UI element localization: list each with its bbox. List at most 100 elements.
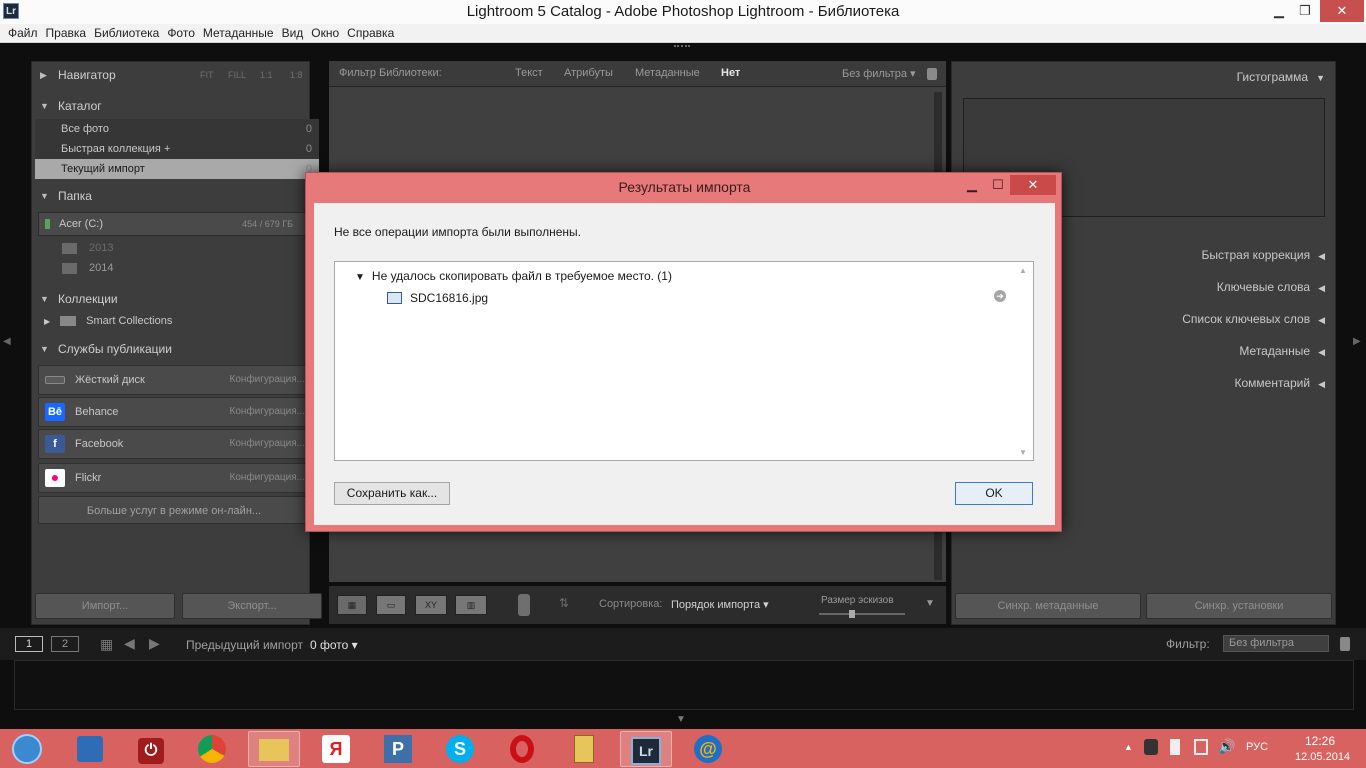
sync-metadata-button[interactable]: Синхр. метаданные (955, 593, 1141, 619)
compare-view-icon[interactable]: XY (415, 595, 447, 615)
spray-can-icon[interactable] (518, 594, 530, 616)
filter-tab-text[interactable]: Текст (515, 67, 543, 79)
filter-tab-none[interactable]: Нет (721, 67, 740, 79)
opera-icon[interactable] (496, 731, 548, 767)
filmstrip[interactable] (14, 660, 1354, 710)
filmstrip-count[interactable]: 0 фото ▾ (310, 638, 358, 652)
zoom-1-1[interactable]: 1:1 (260, 63, 273, 87)
forward-arrow-icon[interactable]: ▶ (149, 635, 160, 652)
publish-hard-drive[interactable]: Жёсткий диск Конфигурация... (38, 365, 310, 395)
main-window-button[interactable]: 1 (15, 636, 43, 652)
scroll-up-icon[interactable]: ▲ (1019, 266, 1027, 275)
keywording-header[interactable]: Ключевые слова ◀ (1217, 276, 1325, 298)
toolbar-menu-icon[interactable]: ▼ (925, 598, 935, 609)
save-as-button[interactable]: Сохранить как... (334, 482, 450, 505)
network-icon[interactable] (1194, 739, 1208, 755)
catalog-item-current-import[interactable]: Текущий импорт 0 (35, 159, 319, 179)
clock-time[interactable]: 12:26 (1295, 734, 1345, 748)
volume-icon[interactable]: 🔊 (1218, 738, 1235, 755)
catalog-item-all-photos[interactable]: Все фото 0 (35, 119, 319, 139)
error-list[interactable]: ▼ Не удалось скопировать файл в требуемое… (334, 261, 1034, 461)
catalog-item-quick-collection[interactable]: Быстрая коллекция +0 (35, 139, 319, 159)
error-file-name[interactable]: SDC16816.jpg (410, 291, 488, 305)
publish-services-header[interactable]: ▼ Службы публикации (32, 337, 309, 361)
filter-tab-metadata[interactable]: Метаданные (635, 67, 700, 79)
dialog-minimize-button[interactable]: ▁ (958, 175, 986, 195)
file-explorer-icon[interactable] (248, 731, 300, 767)
loupe-view-icon[interactable]: ▭ (376, 595, 406, 615)
right-panel-toggle-icon[interactable]: ▶ (1353, 336, 1361, 347)
left-panel-toggle-icon[interactable]: ◀ (3, 336, 11, 347)
filmstrip-source[interactable]: Предыдущий импорт (186, 638, 303, 652)
lock-icon[interactable] (927, 68, 937, 80)
back-arrow-icon[interactable]: ◀ (124, 635, 135, 652)
folder-2014[interactable]: 2014 (62, 262, 113, 274)
start-button-icon[interactable] (2, 731, 52, 767)
second-window-button[interactable]: 2 (51, 636, 79, 652)
filter-lock-icon[interactable] (1340, 637, 1350, 651)
archive-icon[interactable] (558, 731, 610, 767)
grid-icon[interactable]: ▦ (100, 636, 113, 653)
close-window-button[interactable]: ✕ (1320, 0, 1364, 22)
yandex-browser-icon[interactable]: Я (310, 731, 362, 767)
zoom-fill[interactable]: FILL (228, 63, 246, 87)
publish-facebook[interactable]: f Facebook Конфигурация... (38, 429, 310, 459)
filter-preset-dropdown[interactable]: Без фильтра ▾ (842, 67, 916, 80)
zoom-fit[interactable]: FIT (200, 63, 214, 87)
dialog-maximize-button[interactable]: ☐ (984, 175, 1012, 195)
menu-view[interactable]: Вид (282, 24, 304, 42)
zoom-1-8[interactable]: 1:8 (290, 63, 303, 87)
input-language[interactable]: РУС (1246, 741, 1268, 753)
navigator-header[interactable]: ▶ Навигатор FIT FILL 1:1 1:8 (32, 63, 309, 87)
comments-header[interactable]: Комментарий ◀ (1234, 372, 1325, 394)
sync-settings-button[interactable]: Синхр. установки (1146, 593, 1332, 619)
metadata-header[interactable]: Метаданные ◀ (1239, 340, 1325, 362)
menu-metadata[interactable]: Метаданные (203, 24, 274, 42)
top-panel-toggle-icon[interactable] (674, 45, 690, 51)
clock-date[interactable]: 12.05.2014 (1295, 751, 1350, 763)
menu-file[interactable]: Файл (8, 24, 38, 42)
mail-agent-icon[interactable]: @ (682, 731, 734, 767)
grid-view-icon[interactable]: ▦ (337, 595, 367, 615)
catalog-header[interactable]: ▼ Каталог (32, 94, 309, 118)
sort-direction-icon[interactable]: ⇅ (559, 596, 569, 610)
pascal-icon[interactable]: P (372, 731, 424, 767)
chrome-icon[interactable] (186, 731, 238, 767)
survey-view-icon[interactable]: ▥ (455, 595, 487, 615)
publish-flickr[interactable]: ● Flickr Конфигурация... (38, 463, 310, 493)
keyword-list-header[interactable]: Список ключевых слов ◀ (1182, 308, 1325, 330)
menu-edit[interactable]: Правка (46, 24, 87, 42)
tray-app-icon[interactable] (1144, 739, 1158, 755)
filter-tab-attributes[interactable]: Атрибуты (564, 67, 613, 79)
control-panel-icon[interactable] (64, 731, 116, 767)
folders-header[interactable]: ▼ Папка (32, 184, 309, 208)
error-group[interactable]: ▼ Не удалось скопировать файл в требуемое… (355, 269, 672, 283)
sort-order-dropdown[interactable]: Порядок импорта ▾ (671, 598, 769, 611)
restore-button[interactable]: ❐ (1288, 0, 1322, 22)
bottom-panel-toggle-icon[interactable]: ▼ (676, 714, 686, 725)
volume-acer-c[interactable]: Acer (C:) 454 / 679 ГБ (38, 212, 310, 236)
publish-behance[interactable]: Bē Behance Конфигурация... (38, 397, 310, 427)
more-services-button[interactable]: Больше услуг в режиме он-лайн... (38, 496, 310, 524)
thumbnail-size-slider[interactable] (819, 610, 905, 618)
power-icon[interactable]: ⏻ (125, 731, 177, 767)
menu-library[interactable]: Библиотека (94, 24, 159, 42)
go-to-file-arrow-icon[interactable]: ➔ (994, 290, 1006, 302)
show-hidden-icons-icon[interactable]: ▲ (1124, 742, 1133, 752)
histogram-header[interactable]: Гистограмма ▼ (1237, 66, 1325, 88)
skype-icon[interactable]: S (434, 731, 486, 767)
ok-button[interactable]: OK (955, 482, 1033, 505)
collections-header[interactable]: ▼ Коллекции (32, 287, 309, 311)
folder-2013[interactable]: 2013 (62, 242, 113, 254)
menu-help[interactable]: Справка (347, 24, 394, 42)
export-button[interactable]: Экспорт... (182, 593, 322, 619)
filmstrip-filter-dropdown[interactable]: Без фильтра (1223, 635, 1329, 652)
usb-device-icon[interactable] (1170, 739, 1180, 755)
dialog-close-button[interactable]: ✕ (1010, 175, 1056, 195)
quick-develop-header[interactable]: Быстрая коррекция ◀ (1201, 244, 1325, 266)
lightroom-taskbar-icon[interactable]: Lr (620, 731, 672, 767)
import-button[interactable]: Импорт... (35, 593, 175, 619)
smart-collections[interactable]: ▶ Smart Collections (44, 315, 172, 327)
scroll-down-icon[interactable]: ▼ (1019, 448, 1027, 457)
menu-window[interactable]: Окно (311, 24, 339, 42)
